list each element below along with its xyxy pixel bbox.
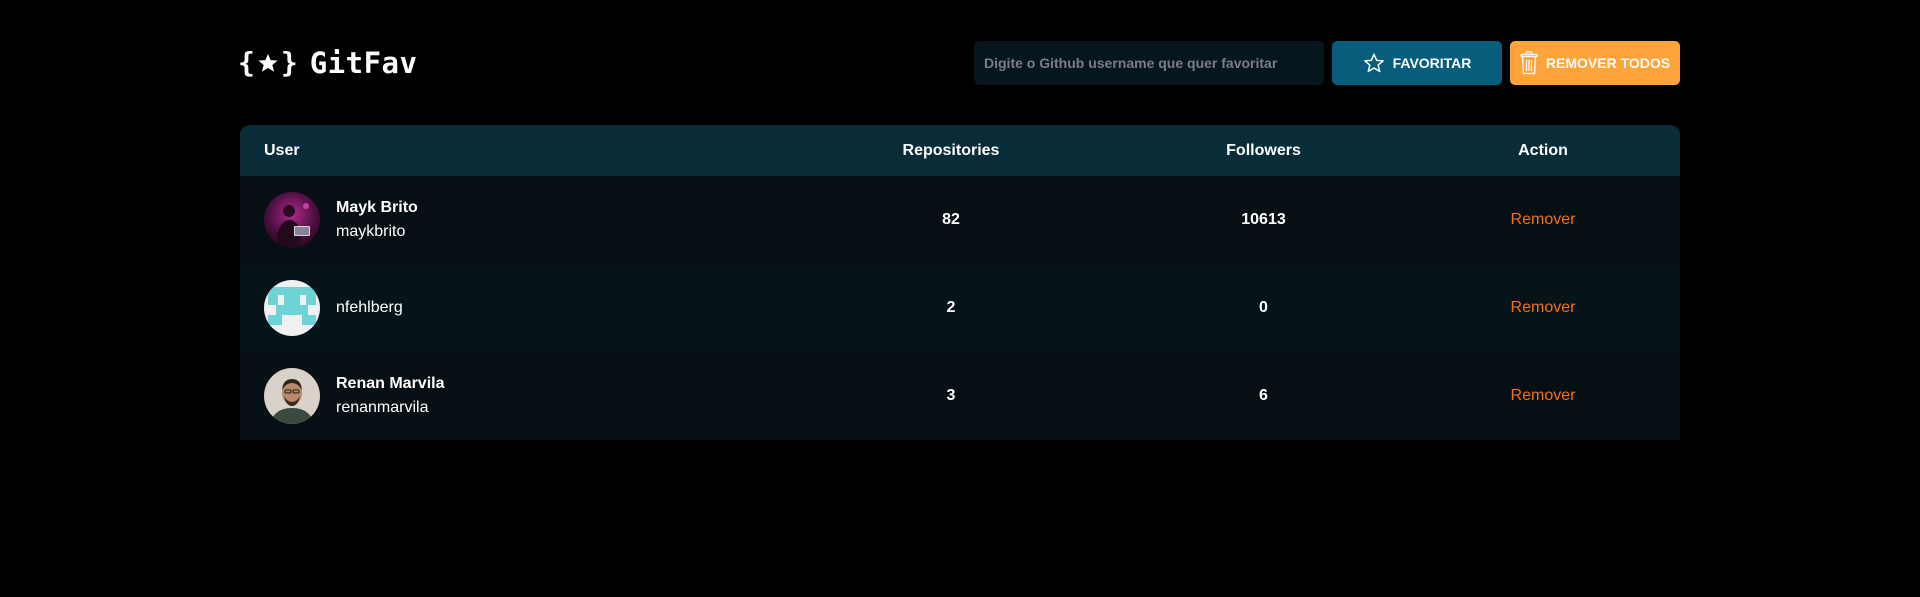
avatar[interactable]: [264, 280, 320, 336]
followers-count: 6: [1259, 387, 1268, 404]
remove-button[interactable]: Remover: [1505, 210, 1582, 230]
repositories-count: 3: [946, 387, 956, 404]
favorites-table: User Repositories Followers Action Mayk …: [240, 125, 1680, 440]
user-cell: Renan Marvila renanmarvila: [240, 352, 781, 440]
action-cell: Remover: [1406, 176, 1680, 264]
column-header-repositories: Repositories: [902, 141, 1000, 159]
remove-all-button-label: REMOVER TODOS: [1545, 55, 1671, 71]
followers-count: 0: [1259, 299, 1268, 316]
favorite-button[interactable]: FAVORITAR: [1332, 41, 1502, 85]
table-row: nfehlberg 2 0 Remover: [240, 264, 1680, 352]
user-login: maykbrito: [336, 223, 406, 240]
column-header-user: User: [264, 141, 300, 159]
column-header-followers: Followers: [1226, 141, 1301, 159]
user-cell: Mayk Brito maykbrito: [240, 176, 781, 264]
favorite-button-label: FAVORITAR: [1392, 55, 1472, 71]
table-row: Renan Marvila renanmarvila 3 6 Remover: [240, 352, 1680, 440]
table-row: Mayk Brito maykbrito 82 10613 Remover: [240, 176, 1680, 264]
followers-count: 10613: [1241, 211, 1286, 228]
logo: { } GitFav: [238, 46, 417, 80]
action-cell: Remover: [1406, 264, 1680, 352]
user-login: renanmarvila: [336, 399, 429, 416]
logo-text: GitFav: [309, 46, 418, 80]
star-icon: [1363, 53, 1384, 73]
avatar[interactable]: [264, 192, 320, 248]
remove-button[interactable]: Remover: [1505, 298, 1582, 318]
user-login: nfehlberg: [336, 299, 403, 316]
star-logo-icon: { }: [238, 46, 298, 79]
repositories-count: 2: [946, 299, 956, 316]
column-header-action: Action: [1518, 141, 1568, 159]
user-name: Mayk Brito: [336, 199, 418, 216]
table-header-row: User Repositories Followers Action: [240, 125, 1680, 176]
gitfav-app: { } GitFav FAVORITAR REMOVER TODOS: [0, 0, 1920, 597]
repositories-count: 82: [942, 211, 960, 228]
action-cell: Remover: [1406, 352, 1680, 440]
user-name: Renan Marvila: [336, 375, 445, 392]
remove-button[interactable]: Remover: [1505, 386, 1582, 406]
trash-icon: [1520, 51, 1538, 75]
user-cell: nfehlberg: [240, 264, 781, 352]
search-input[interactable]: [974, 41, 1324, 85]
avatar[interactable]: [264, 368, 320, 424]
remove-all-button[interactable]: REMOVER TODOS: [1510, 41, 1680, 85]
